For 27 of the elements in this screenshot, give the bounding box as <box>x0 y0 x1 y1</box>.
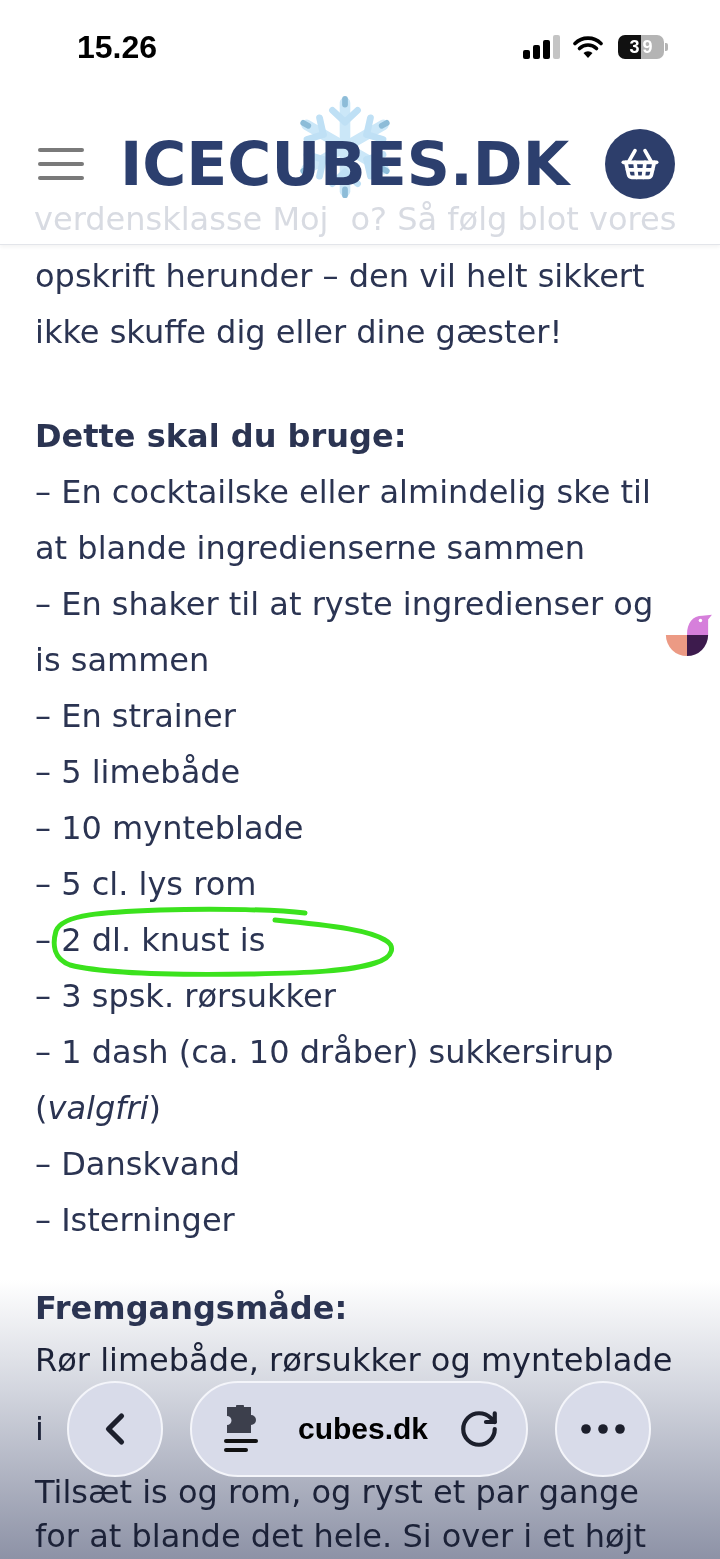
method-text: Rør limebåde, rørsukker og mynteblade <box>35 1340 673 1381</box>
section-heading: Dette skal du bruge: <box>35 416 407 457</box>
method-text: i <box>35 1409 44 1449</box>
method-text: for at blande det hele. Si over i et højt <box>35 1516 647 1556</box>
section-heading: Fremgangsmåde: <box>35 1288 348 1329</box>
ellipsis-icon <box>581 1424 625 1434</box>
ingredient-item: – 3 spsk. rørsukker <box>35 977 336 1015</box>
ingredient-item: – 2 dl. knust is <box>35 921 266 959</box>
signal-icon <box>523 35 560 60</box>
menu-icon[interactable] <box>38 147 84 182</box>
battery-indicator: 39 <box>618 35 668 60</box>
ingredient-item: – 5 cl. lys rom <box>35 865 257 903</box>
ingredient-item: – En cocktailske eller almindelig ske til at blande ingredienserne sammen <box>35 473 651 567</box>
site-logo[interactable]: ICECUBES.DK <box>120 134 570 195</box>
ingredient-item: – 5 limebåde <box>35 753 241 791</box>
ingredient-item: – 10 mynteblade <box>35 809 304 847</box>
url-text[interactable]: cubes.dk <box>298 1414 429 1444</box>
ingredient-item: – En strainer <box>35 697 236 735</box>
ingredient-item: – Isterninger <box>35 1201 235 1239</box>
intro-paragraph: opskrift herunder – den vil helt sikkert ikke skuffe dig eller dine gæster! <box>35 256 646 353</box>
ingredient-item: – En shaker til at ryste ingredienser og is sammen <box>35 585 654 679</box>
address-bar[interactable]: cubes.dk <box>190 1381 528 1477</box>
wifi-icon <box>573 36 603 59</box>
status-time: 15.26 <box>77 31 158 64</box>
ingredient-item: – Danskvand <box>35 1145 241 1183</box>
ingredient-item: – 1 dash (ca. 10 dråber) sukkersirup (valgfri) <box>35 1033 614 1127</box>
reload-icon[interactable] <box>458 1408 500 1450</box>
